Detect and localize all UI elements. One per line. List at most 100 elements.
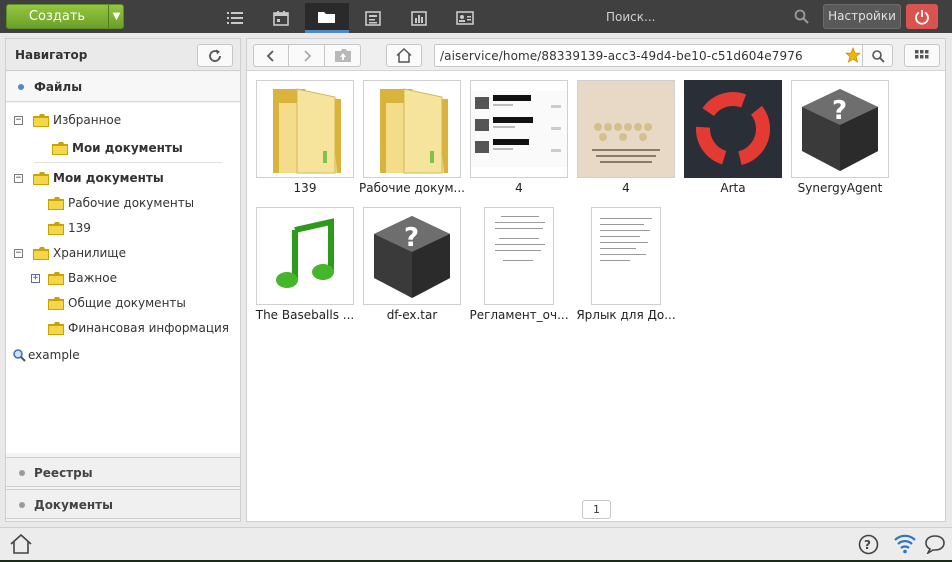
- collapse-toggle-icon[interactable]: −: [14, 248, 23, 258]
- chevron-left-icon: [266, 49, 274, 62]
- photo-thumbnail: [577, 80, 675, 178]
- folder-icon: [33, 171, 49, 185]
- file-name: 139: [293, 181, 317, 195]
- folder-icon: [33, 113, 49, 127]
- page-number-button[interactable]: 1: [582, 500, 611, 519]
- nav-calendar-button[interactable]: [259, 3, 303, 33]
- home-icon: [396, 48, 412, 63]
- registries-label: Реестры: [34, 466, 93, 480]
- up-folder-button[interactable]: [324, 44, 361, 67]
- tree-item-label: Важное: [68, 271, 117, 285]
- tree-item-fav-my-docs[interactable]: Мои документы: [52, 138, 183, 158]
- documents-section-header[interactable]: Документы: [6, 489, 240, 519]
- main-area: Навигатор Файлы − Избранное Мои документ…: [0, 33, 952, 527]
- unknown-package-icon: ?: [363, 207, 461, 305]
- document-thumbnail: [484, 207, 554, 305]
- tree-item-work-docs[interactable]: Рабочие документы: [48, 193, 194, 213]
- svg-text:?: ?: [832, 96, 847, 126]
- tree-item-139[interactable]: 139: [48, 218, 91, 238]
- contact-card-icon: [456, 11, 474, 25]
- tree-item-label: Общие документы: [68, 296, 186, 310]
- tree-item-label: Мои документы: [53, 171, 164, 185]
- folder-icon: [48, 221, 64, 235]
- nav-reports-button[interactable]: [397, 3, 441, 33]
- file-name: Ярлык для До...: [576, 308, 676, 322]
- search-icon: [871, 49, 885, 63]
- folder-icon: [48, 321, 64, 335]
- documents-label: Документы: [34, 498, 113, 512]
- document-thumbnail: [591, 207, 661, 305]
- path-input[interactable]: /aiservice/home/88339139-acc3-49d4-be10-…: [434, 44, 863, 67]
- bottom-bar: ?: [0, 527, 952, 560]
- global-search-input[interactable]: Поиск...: [606, 10, 655, 24]
- folder-up-icon: [334, 49, 351, 62]
- files-section-header[interactable]: Файлы: [6, 72, 240, 102]
- file-name: Рабочие докум...: [359, 181, 465, 195]
- unknown-package-icon: ?: [791, 80, 889, 178]
- file-name: 4: [515, 181, 523, 195]
- folder-icon: [48, 271, 64, 285]
- tree-item-label: example: [28, 348, 80, 362]
- calendar-icon: [273, 11, 289, 26]
- tree-item-label: Мои документы: [72, 141, 183, 155]
- navigator-header: Навигатор: [6, 39, 240, 71]
- settings-button[interactable]: Настройки: [823, 4, 901, 29]
- nav-contacts-button[interactable]: [443, 3, 487, 33]
- news-icon: [365, 10, 381, 26]
- collapse-toggle-icon[interactable]: −: [14, 173, 23, 183]
- arta-logo-thumbnail: [684, 80, 782, 178]
- folder-icon: [256, 80, 354, 178]
- files-bullet: [18, 84, 24, 90]
- expand-toggle-icon[interactable]: +: [31, 273, 40, 283]
- tree-item-label: Хранилище: [53, 246, 126, 260]
- tree-item-important[interactable]: + Важное: [31, 268, 117, 288]
- chevron-right-icon: [303, 49, 311, 62]
- tree-item-label: 139: [68, 221, 91, 235]
- nav-news-button[interactable]: [351, 3, 395, 33]
- view-grid-button[interactable]: [904, 44, 940, 67]
- screenshot-thumbnail: [470, 80, 568, 178]
- folder-icon: [318, 11, 335, 23]
- home-icon[interactable]: [10, 533, 32, 557]
- create-button-label: Создать: [28, 9, 86, 24]
- tree-item-favorites[interactable]: − Избранное: [14, 110, 121, 130]
- search-files-button[interactable]: [862, 44, 893, 67]
- forward-button[interactable]: [288, 44, 325, 67]
- search-icon[interactable]: [794, 9, 809, 27]
- chevron-down-icon[interactable]: ▼: [109, 5, 124, 28]
- create-button[interactable]: Создать ▼: [6, 4, 124, 29]
- tree-item-storage[interactable]: − Хранилище: [14, 243, 126, 263]
- navigator-panel: Навигатор Файлы − Избранное Мои документ…: [5, 38, 241, 522]
- tree-divider: [34, 162, 222, 163]
- documents-bullet: [19, 502, 25, 508]
- tree-item-my-docs[interactable]: − Мои документы: [14, 168, 164, 188]
- nav-files-button[interactable]: [305, 3, 349, 33]
- tree-item-finance[interactable]: Финансовая информация: [48, 318, 229, 338]
- power-button[interactable]: [906, 4, 938, 29]
- top-bar: Создать ▼ Поиск... Настройки: [0, 0, 952, 33]
- chat-icon[interactable]: [924, 534, 946, 557]
- home-button[interactable]: [386, 44, 422, 67]
- files-section-label: Файлы: [34, 80, 83, 94]
- svg-text:?: ?: [404, 223, 419, 253]
- folder-icon: [52, 141, 68, 155]
- nav-list-button[interactable]: [213, 3, 257, 33]
- refresh-button[interactable]: [197, 44, 233, 67]
- grid-icon: [915, 49, 929, 58]
- folder-icon: [48, 196, 64, 210]
- help-icon[interactable]: ?: [858, 534, 879, 558]
- registries-section-header[interactable]: Реестры: [6, 457, 240, 487]
- file-name: df-ex.tar: [386, 308, 438, 322]
- power-icon: [915, 9, 929, 25]
- back-button[interactable]: [253, 44, 289, 67]
- tree-item-search-example[interactable]: example: [12, 345, 80, 365]
- file-browser-panel: /aiservice/home/88339139-acc3-49d4-be10-…: [246, 38, 946, 522]
- collapse-toggle-icon[interactable]: −: [14, 115, 23, 125]
- navigator-title: Навигатор: [15, 48, 88, 62]
- star-icon[interactable]: [844, 46, 862, 66]
- file-name: Arta: [720, 181, 746, 195]
- tree-item-common-docs[interactable]: Общие документы: [48, 293, 186, 313]
- wifi-icon[interactable]: [893, 532, 917, 557]
- list-icon: [227, 12, 243, 24]
- file-name: Регламент_оч...: [469, 308, 569, 322]
